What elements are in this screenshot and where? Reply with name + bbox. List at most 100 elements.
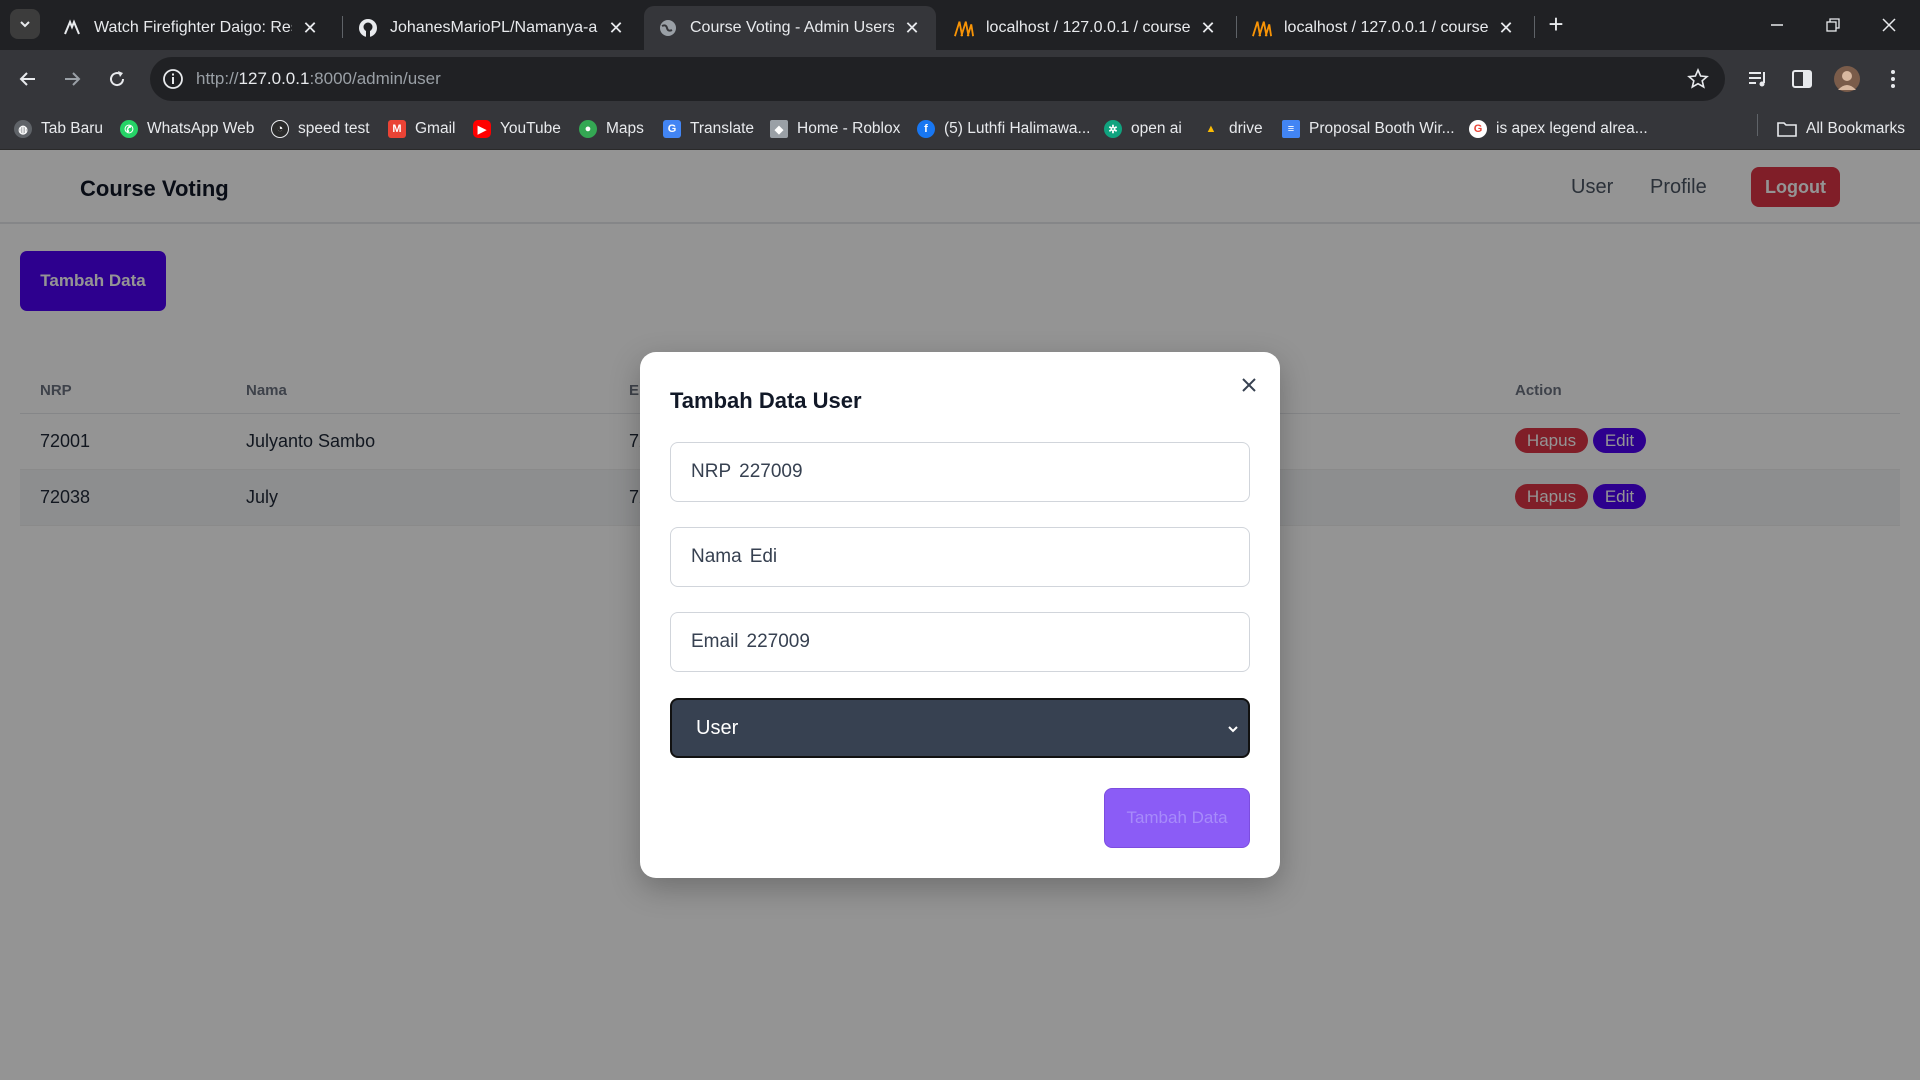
close-icon[interactable]: ✕	[1496, 18, 1516, 38]
docs-icon: ≡	[1282, 120, 1300, 138]
bookmark-star-icon[interactable]	[1687, 68, 1709, 90]
bookmarks-divider	[1757, 114, 1758, 136]
new-tab-button[interactable]: +	[1543, 11, 1569, 38]
chevron-down-icon	[20, 21, 30, 28]
close-icon[interactable]: ✕	[1198, 18, 1218, 38]
restore-icon[interactable]	[1818, 12, 1848, 38]
maps-pin-icon: ●	[579, 120, 597, 138]
close-icon[interactable]: ✕	[606, 18, 626, 38]
folder-icon	[1777, 122, 1797, 137]
tab-divider	[342, 16, 343, 38]
close-icon[interactable]: ✕	[300, 18, 320, 38]
facebook-icon: f	[917, 120, 935, 138]
bookmark-label: (5) Luthfi Halimawa...	[944, 120, 1091, 137]
chevron-down-icon	[1228, 726, 1238, 733]
menu-kebab-icon[interactable]	[1880, 66, 1906, 92]
anime-icon	[62, 18, 82, 38]
bookmark-label: Maps	[606, 120, 644, 137]
info-icon[interactable]	[162, 68, 184, 90]
bookmark-label: All Bookmarks	[1806, 120, 1906, 137]
bookmark-label: is apex legend alrea...	[1496, 120, 1648, 137]
tab-course-voting[interactable]: Course Voting - Admin Users ✕	[644, 6, 936, 50]
bookmark-label: drive	[1229, 120, 1263, 137]
bookmark-label: YouTube	[500, 120, 561, 137]
add-user-modal: Tambah Data User NRP 227009 Nama Edi Ema…	[640, 352, 1280, 878]
phpmyadmin-icon	[954, 18, 974, 38]
forward-icon[interactable]	[57, 64, 87, 94]
globe-icon: ◍	[14, 120, 32, 138]
tab-title: JohanesMarioPL/Namanya-apa	[390, 19, 598, 36]
translate-icon: G	[663, 120, 681, 138]
github-icon	[358, 18, 378, 38]
field-value: 227009	[739, 461, 803, 482]
youtube-icon: ▶	[473, 120, 491, 138]
nrp-field[interactable]: NRP 227009	[670, 442, 1250, 502]
bookmark-drive[interactable]: ▲ drive	[1202, 116, 1263, 142]
bookmark-gmail[interactable]: M Gmail	[388, 116, 455, 142]
bookmark-translate[interactable]: G Translate	[663, 116, 754, 142]
modal-title: Tambah Data User	[670, 388, 862, 413]
url-host: 127.0.0.1	[238, 69, 310, 88]
bookmark-facebook[interactable]: f (5) Luthfi Halimawa...	[917, 116, 1090, 142]
phpmyadmin-icon	[1252, 18, 1272, 38]
role-select-value: User	[696, 716, 739, 739]
bookmark-label: Tab Baru	[41, 120, 104, 137]
bookmark-label: open ai	[1131, 120, 1182, 137]
roblox-icon: ◆	[770, 120, 788, 138]
tab-phpmyadmin-1[interactable]: localhost / 127.0.0.1 / course-vo ✕	[940, 6, 1232, 50]
browser-toolbar: http://127.0.0.1:8000/admin/user	[0, 50, 1920, 108]
tab-title: Course Voting - Admin Users	[690, 19, 894, 36]
tab-search-button[interactable]	[10, 9, 40, 39]
field-label: Nama	[691, 546, 742, 567]
field-label: NRP	[691, 461, 732, 482]
media-control-icon[interactable]	[1745, 66, 1771, 92]
url-path: :8000/admin/user	[309, 69, 441, 88]
field-value: 227009	[746, 631, 810, 652]
globe-icon	[658, 18, 678, 38]
nama-field[interactable]: Nama Edi	[670, 527, 1250, 587]
close-icon[interactable]	[1236, 372, 1262, 398]
bookmark-roblox[interactable]: ◆ Home - Roblox	[770, 116, 900, 142]
bookmark-label: WhatsApp Web	[147, 120, 255, 137]
side-panel-icon[interactable]	[1789, 66, 1815, 92]
drive-icon: ▲	[1205, 123, 1217, 135]
tab-title: Watch Firefighter Daigo: Rescue	[94, 19, 292, 36]
reload-icon[interactable]	[102, 64, 132, 94]
bookmark-whatsapp[interactable]: ✆ WhatsApp Web	[120, 116, 254, 142]
bookmark-tab-baru[interactable]: ◍ Tab Baru	[14, 116, 103, 142]
submit-add-button[interactable]: Tambah Data	[1104, 788, 1250, 848]
bookmarks-bar: ◍ Tab Baru ✆ WhatsApp Web ◔ speed test M Gma…	[0, 108, 1920, 150]
role-select[interactable]: User	[670, 698, 1250, 758]
google-icon: G	[1469, 120, 1487, 138]
back-icon[interactable]	[13, 64, 43, 94]
tab-title: localhost / 127.0.0.1 / course-vo	[986, 19, 1190, 36]
bookmark-speed-test[interactable]: ◔ speed test	[271, 116, 370, 142]
tab-strip: Watch Firefighter Daigo: Rescue ✕ Johane…	[0, 0, 1920, 50]
field-value: Edi	[749, 546, 778, 567]
bookmark-label: Gmail	[415, 120, 456, 137]
email-field[interactable]: Email 227009	[670, 612, 1250, 672]
bookmark-proposal[interactable]: ≡ Proposal Booth Wir...	[1282, 116, 1455, 142]
profile-avatar[interactable]	[1834, 66, 1860, 92]
bookmark-label: Proposal Booth Wir...	[1309, 120, 1455, 137]
tab-phpmyadmin-2[interactable]: localhost / 127.0.0.1 / course-vo ✕	[1238, 6, 1530, 50]
speedometer-icon: ◔	[271, 120, 289, 138]
field-label: Email	[691, 631, 739, 652]
page-content: Course Voting User Profile Logout Tambah…	[0, 150, 1920, 1080]
minimize-icon[interactable]	[1762, 12, 1792, 38]
bookmark-maps[interactable]: ● Maps	[579, 116, 644, 142]
tab-divider	[1236, 16, 1237, 38]
close-icon[interactable]: ✕	[902, 18, 922, 38]
tab-firefighter[interactable]: Watch Firefighter Daigo: Rescue ✕	[48, 6, 334, 50]
all-bookmarks[interactable]: All Bookmarks	[1777, 116, 1905, 142]
tab-github[interactable]: JohanesMarioPL/Namanya-apa ✕	[344, 6, 640, 50]
bookmark-google-search[interactable]: Gis apex legend alrea...	[1469, 116, 1648, 142]
window-close-icon[interactable]	[1874, 12, 1904, 38]
address-bar[interactable]: http://127.0.0.1:8000/admin/user	[150, 57, 1725, 101]
whatsapp-icon: ✆	[120, 120, 138, 138]
gmail-icon: M	[388, 120, 406, 138]
bookmark-youtube[interactable]: ▶ YouTube	[473, 116, 561, 142]
bookmark-openai[interactable]: ✲ open ai	[1104, 116, 1182, 142]
bookmark-label: Translate	[690, 120, 755, 137]
url-scheme: http://	[196, 69, 239, 88]
